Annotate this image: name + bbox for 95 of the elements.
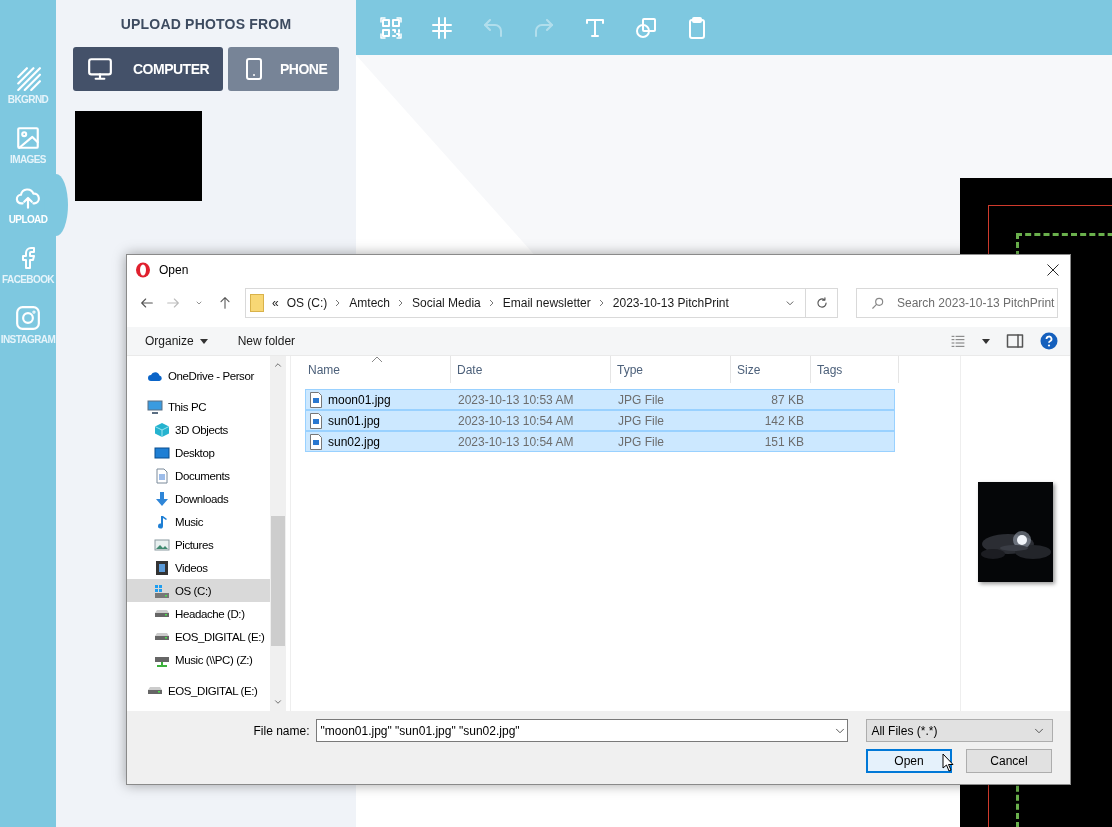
nav-tree-item[interactable]: Pictures — [127, 533, 270, 556]
chevron-icon — [488, 298, 495, 307]
file-type-cell-text: JPG File — [617, 413, 665, 428]
cube-icon — [154, 421, 170, 438]
image-file-icon — [310, 412, 322, 429]
file-date-cell-text: 2023-10-13 10:54 AM — [457, 434, 575, 449]
scrollbar[interactable] — [270, 356, 286, 711]
nav-tree-item[interactable]: Videos — [127, 556, 270, 579]
windows-drive-icon — [154, 582, 170, 599]
nav-tree-item[interactable]: This PC — [127, 395, 270, 418]
column-header[interactable]: Date — [451, 356, 611, 383]
file-size-cell-text: 87 KB — [770, 392, 805, 407]
details-view-icon — [950, 333, 966, 349]
caret-icon — [199, 338, 208, 344]
folder-icon — [250, 293, 264, 312]
dialog-button[interactable]: Open — [866, 749, 952, 773]
instagram-icon — [15, 305, 41, 331]
path-prefix: « — [272, 295, 279, 310]
nav-tree-item[interactable]: Music (\\PC) (Z:) — [127, 648, 270, 671]
monitor-icon — [147, 398, 163, 415]
file-date-cell-text: 2023-10-13 10:53 AM — [457, 392, 575, 407]
nav-tree-item[interactable]: Music — [127, 510, 270, 533]
image-icon — [15, 125, 41, 151]
help-icon[interactable] — [1040, 332, 1058, 350]
pictures-icon — [154, 536, 170, 553]
mouse-cursor-icon — [942, 753, 954, 772]
nav-tree-item[interactable]: EOS_DIGITAL (E:) — [127, 679, 270, 702]
drive-icon — [147, 686, 163, 695]
drive-icon — [154, 632, 170, 641]
cloud-upload-icon — [13, 185, 43, 211]
file-size-cell-text: 142 KB — [763, 413, 805, 428]
chevron-down-icon — [273, 697, 283, 707]
file-name-cell: sun02.jpg — [306, 433, 452, 450]
drive-icon — [154, 609, 170, 618]
file-type-select[interactable]: All Files (*.*) — [866, 719, 1053, 742]
breadcrumb-item[interactable]: Social Media — [412, 295, 481, 310]
breadcrumb-item[interactable]: OS (C:) — [286, 295, 328, 310]
chevron-up-icon — [273, 360, 283, 370]
nav-tree-item[interactable]: Headache (D:) — [127, 602, 270, 625]
nav-tree-item[interactable]: Downloads — [127, 487, 270, 510]
source-button[interactable]: PHONE — [228, 47, 339, 91]
breadcrumb-item[interactable]: Email newsletter — [502, 295, 591, 310]
nav-tree-item[interactable]: EOS_DIGITAL (E:) — [127, 625, 270, 648]
file-name-label: File name: — [252, 723, 310, 738]
qr-code-icon — [379, 15, 403, 40]
file-name-cell: sun01.jpg — [306, 412, 452, 429]
preview-pane-icon — [1006, 332, 1024, 350]
breadcrumb-item[interactable]: 2023-10-13 PitchPrint — [612, 295, 729, 310]
source-button[interactable]: COMPUTER — [73, 47, 223, 91]
nav-tree-item[interactable]: Documents — [127, 464, 270, 487]
monitor-icon — [87, 56, 113, 82]
file-type-cell-text: JPG File — [617, 392, 665, 407]
image-file-icon — [310, 391, 322, 408]
file-name-cell: moon01.jpg — [306, 391, 452, 408]
column-header[interactable]: Tags — [811, 356, 899, 383]
address-bar[interactable]: « OS (C:) Amtech Social Media Email newsletter 2023-10-13 PitchPrint — [245, 287, 838, 318]
dialog-button[interactable]: Cancel — [966, 749, 1052, 773]
breadcrumb-item[interactable]: Amtech — [349, 295, 391, 310]
command-button[interactable]: New folder — [237, 334, 296, 348]
file-date-cell-text: 2023-10-13 10:54 AM — [457, 413, 575, 428]
search-icon — [871, 295, 885, 310]
chevron-icon — [598, 298, 605, 307]
file-row[interactable]: sun01.jpg 2023-10-13 10:54 AM JPG File 142 KB — [305, 410, 895, 431]
sort-caret-icon — [371, 356, 383, 363]
column-header[interactable]: Name — [305, 356, 451, 383]
file-type-cell-text: JPG File — [617, 434, 665, 449]
refresh-icon — [814, 295, 829, 310]
nav-tree-item[interactable]: Desktop — [127, 441, 270, 464]
uploaded-thumbnail[interactable] — [75, 111, 202, 201]
column-header[interactable]: Size — [731, 356, 811, 383]
file-name-field[interactable]: "moon01.jpg" "sun01.jpg" "sun02.jpg" — [315, 719, 849, 742]
document-icon — [154, 467, 170, 484]
nav-tree-item[interactable]: OneDrive - Persor — [127, 364, 270, 387]
desktop-icon — [154, 444, 170, 461]
film-icon — [154, 559, 170, 576]
up-arrow-icon — [217, 294, 233, 311]
search-field[interactable]: Search 2023-10-13 PitchPrint — [856, 287, 1058, 318]
file-size-cell-text: 151 KB — [763, 434, 805, 449]
hash-icon — [430, 15, 454, 40]
download-arrow-icon — [154, 490, 170, 507]
stripes-icon — [15, 65, 41, 91]
caret-icon — [982, 338, 990, 344]
nav-tree-item[interactable]: OS (C:) — [127, 579, 270, 602]
file-row[interactable]: moon01.jpg 2023-10-13 10:53 AM JPG File 87 KB — [305, 389, 895, 410]
command-button[interactable]: Organize — [145, 334, 208, 348]
shapes-icon — [634, 15, 658, 40]
nav-tree-item[interactable]: 3D Objects — [127, 418, 270, 441]
dialog-title: Open — [159, 262, 190, 277]
panel-title: UPLOAD PHOTOS FROM — [120, 16, 292, 32]
chevron-icon — [398, 298, 405, 307]
chevron-icon — [335, 298, 342, 307]
column-header[interactable]: Type — [611, 356, 731, 383]
image-file-icon — [310, 433, 322, 450]
browser-logo-icon — [135, 261, 151, 278]
file-row[interactable]: sun02.jpg 2023-10-13 10:54 AM JPG File 151 KB — [305, 431, 895, 452]
